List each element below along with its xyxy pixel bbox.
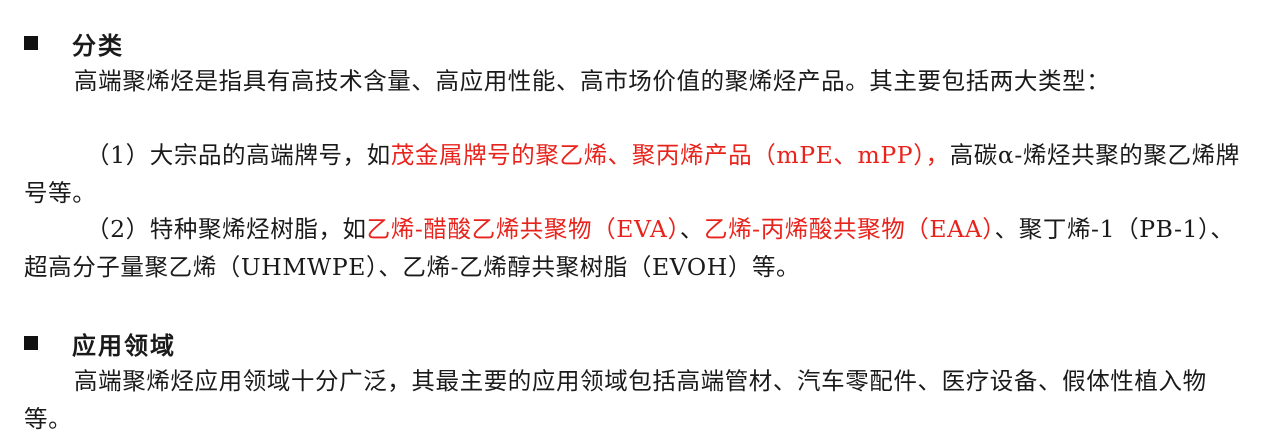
- section-heading-classification: 分类: [24, 27, 124, 60]
- item1-highlight: 茂金属牌号的聚乙烯、聚丙烯产品（mPE、mPP），: [390, 141, 950, 169]
- heading-text: 分类: [72, 31, 124, 60]
- classification-item-2: （2）特种聚烯烃树脂，如乙烯-醋酸乙烯共聚物（EVA）、乙烯-丙烯酸共聚物（EA…: [24, 210, 1244, 286]
- item2-prefix: （2）特种聚烯烃树脂，如: [86, 215, 367, 243]
- item2-highlight-eva: 乙烯-醋酸乙烯共聚物（EVA）: [366, 215, 680, 243]
- square-bullet-icon: [24, 36, 38, 50]
- applications-paragraph: 高端聚烯烃应用领域十分广泛，其最主要的应用领域包括高端管材、汽车零配件、医疗设备…: [24, 362, 1244, 438]
- document-page: 分类 高端聚烯烃是指具有高技术含量、高应用性能、高市场价值的聚烯烃产品。其主要包…: [0, 0, 1271, 448]
- section-heading-applications: 应用领域: [24, 327, 176, 360]
- item2-highlight-eaa: 乙烯-丙烯酸共聚物（EAA）: [703, 215, 995, 243]
- classification-intro-paragraph: 高端聚烯烃是指具有高技术含量、高应用性能、高市场价值的聚烯烃产品。其主要包括两大…: [24, 62, 1244, 100]
- item1-prefix: （1）大宗品的高端牌号，如: [86, 141, 391, 169]
- applications-text: 高端聚烯烃应用领域十分广泛，其最主要的应用领域包括高端管材、汽车零配件、医疗设备…: [24, 367, 1207, 433]
- item2-separator: 、: [679, 215, 704, 243]
- square-bullet-icon: [24, 336, 38, 350]
- intro-text: 高端聚烯烃是指具有高技术含量、高应用性能、高市场价值的聚烯烃产品。其主要包括两大…: [74, 67, 1111, 95]
- heading-text: 应用领域: [72, 331, 176, 360]
- classification-item-1: （1）大宗品的高端牌号，如茂金属牌号的聚乙烯、聚丙烯产品（mPE、mPP），高碳…: [24, 136, 1244, 212]
